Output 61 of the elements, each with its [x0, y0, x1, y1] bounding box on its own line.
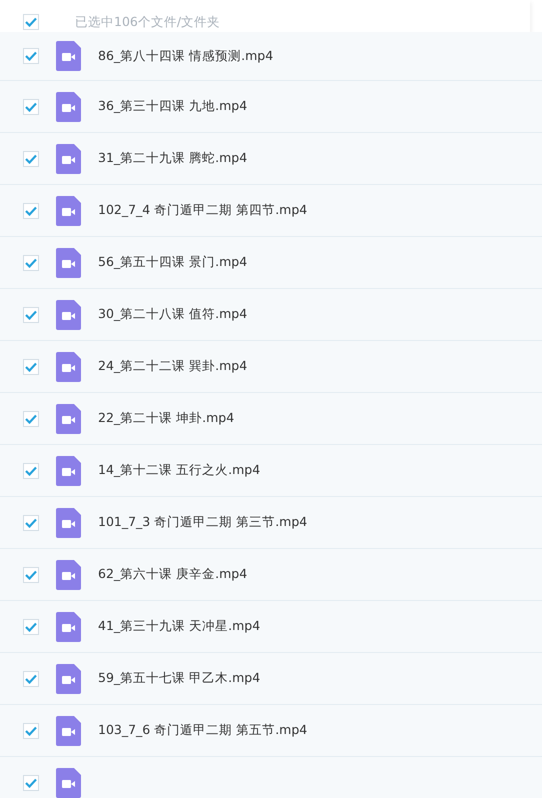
- file-name: 24_第二十二课 巽卦.mp4: [98, 358, 248, 375]
- file-row[interactable]: 22_第二十课 坤卦.mp4: [0, 393, 542, 445]
- video-file-icon: [56, 456, 81, 486]
- checkbox[interactable]: [23, 14, 39, 30]
- checkbox[interactable]: [23, 462, 39, 478]
- file-row[interactable]: 101_7_3 奇门遁甲二期 第三节.mp4: [0, 497, 542, 549]
- file-row[interactable]: 102_7_4 奇门遁甲二期 第四节.mp4: [0, 185, 542, 237]
- video-file-icon: [56, 508, 81, 538]
- checkbox[interactable]: [23, 618, 39, 634]
- file-name: 103_7_6 奇门遁甲二期 第五节.mp4: [98, 722, 308, 739]
- video-file-icon: [56, 612, 81, 642]
- file-name: 14_第十二课 五行之火.mp4: [98, 462, 260, 479]
- file-row[interactable]: 14_第十二课 五行之火.mp4: [0, 445, 542, 497]
- file-name: 59_第五十七课 甲乙木.mp4: [98, 670, 260, 687]
- file-row[interactable]: 31_第二十九课 腾蛇.mp4: [0, 133, 542, 185]
- checkbox[interactable]: [23, 410, 39, 426]
- file-row[interactable]: 24_第二十二课 巽卦.mp4: [0, 341, 542, 393]
- file-name: 41_第三十九课 天冲星.mp4: [98, 618, 260, 635]
- video-file-icon: [56, 404, 81, 434]
- video-file-icon: [56, 664, 81, 694]
- checkbox[interactable]: [23, 202, 39, 218]
- file-name: 30_第二十八课 值符.mp4: [98, 306, 248, 323]
- checkbox[interactable]: [23, 98, 39, 114]
- file-name: 56_第五十四课 景门.mp4: [98, 254, 248, 271]
- checkbox[interactable]: [23, 254, 39, 270]
- checkbox[interactable]: [23, 514, 39, 530]
- file-name: 22_第二十课 坤卦.mp4: [98, 410, 234, 427]
- file-row[interactable]: 30_第二十八课 值符.mp4: [0, 289, 542, 341]
- file-row[interactable]: 103_7_6 奇门遁甲二期 第五节.mp4: [0, 705, 542, 757]
- checkbox[interactable]: [23, 358, 39, 374]
- file-name: 101_7_3 奇门遁甲二期 第三节.mp4: [98, 514, 308, 531]
- file-row[interactable]: 36_第三十四课 九地.mp4: [0, 81, 542, 133]
- video-file-icon: [56, 92, 81, 122]
- video-file-icon: [56, 300, 81, 330]
- checkbox[interactable]: [23, 670, 39, 686]
- checkbox[interactable]: [23, 306, 39, 322]
- file-name: 86_第八十四课 情感预测.mp4: [98, 48, 274, 64]
- file-name: 62_第六十课 庚辛金.mp4: [98, 566, 248, 583]
- video-file-icon: [56, 196, 81, 226]
- video-file-icon: [56, 352, 81, 382]
- video-file-icon: [56, 144, 81, 174]
- selection-count: 已选中106个文件/文件夹: [75, 14, 220, 30]
- file-row[interactable]: 41_第三十九课 天冲星.mp4: [0, 601, 542, 653]
- video-file-icon: [56, 560, 81, 590]
- video-file-icon: [56, 41, 81, 71]
- file-row[interactable]: [0, 757, 542, 798]
- checkbox[interactable]: [23, 566, 39, 582]
- video-file-icon: [56, 716, 81, 746]
- checkbox[interactable]: [23, 150, 39, 166]
- file-row[interactable]: 59_第五十七课 甲乙木.mp4: [0, 653, 542, 705]
- file-row[interactable]: 56_第五十四课 景门.mp4: [0, 237, 542, 289]
- file-name: 36_第三十四课 九地.mp4: [98, 98, 248, 115]
- video-file-icon: [56, 248, 81, 278]
- checkbox[interactable]: [23, 722, 39, 738]
- video-file-icon: [56, 768, 81, 798]
- file-name: 102_7_4 奇门遁甲二期 第四节.mp4: [98, 202, 308, 219]
- checkbox[interactable]: [23, 48, 39, 64]
- checkbox[interactable]: [23, 774, 39, 790]
- file-row[interactable]: 86_第八十四课 情感预测.mp4: [0, 32, 542, 81]
- file-row[interactable]: 62_第六十课 庚辛金.mp4: [0, 549, 542, 601]
- file-name: 31_第二十九课 腾蛇.mp4: [98, 150, 248, 167]
